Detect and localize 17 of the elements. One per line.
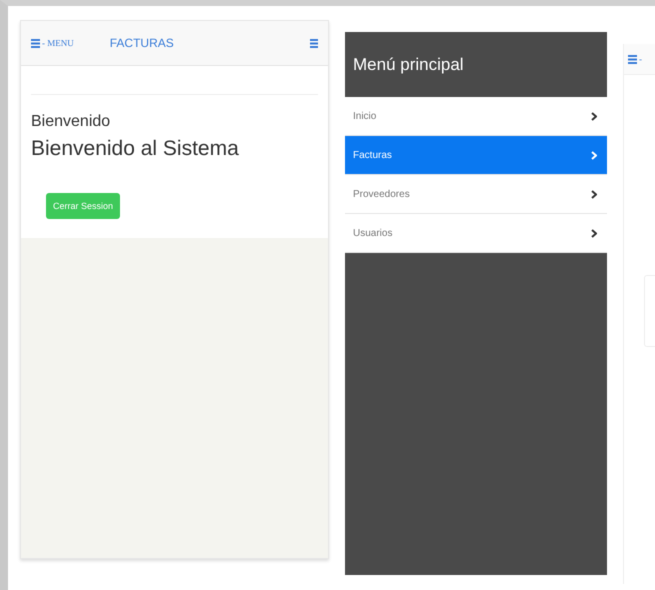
menu-title: Menú principal [352,54,465,76]
menu-button[interactable]: - MENU [31,38,74,48]
menu-item[interactable]: Inicio [345,97,607,136]
welcome-label: Bienvenido [31,113,112,131]
chevron-icon[interactable] [591,190,597,198]
menu-icon[interactable] [310,38,318,48]
chevron-icon[interactable] [591,112,597,120]
menu-item[interactable]: Proveedores [345,175,607,214]
welcome-heading: Bienvenido al Sistema [31,137,240,161]
menu-icon[interactable] [628,54,637,64]
chevron-icon[interactable] [591,228,597,238]
menu-icon[interactable] [31,38,40,48]
menu-item[interactable]: Usuarios [345,214,607,253]
menu-item[interactable]: Facturas [345,136,607,175]
logout-button[interactable]: Cerrar Session [46,193,120,219]
page-title: FACTURAS [110,36,174,50]
menu-button[interactable]: - [628,54,642,64]
